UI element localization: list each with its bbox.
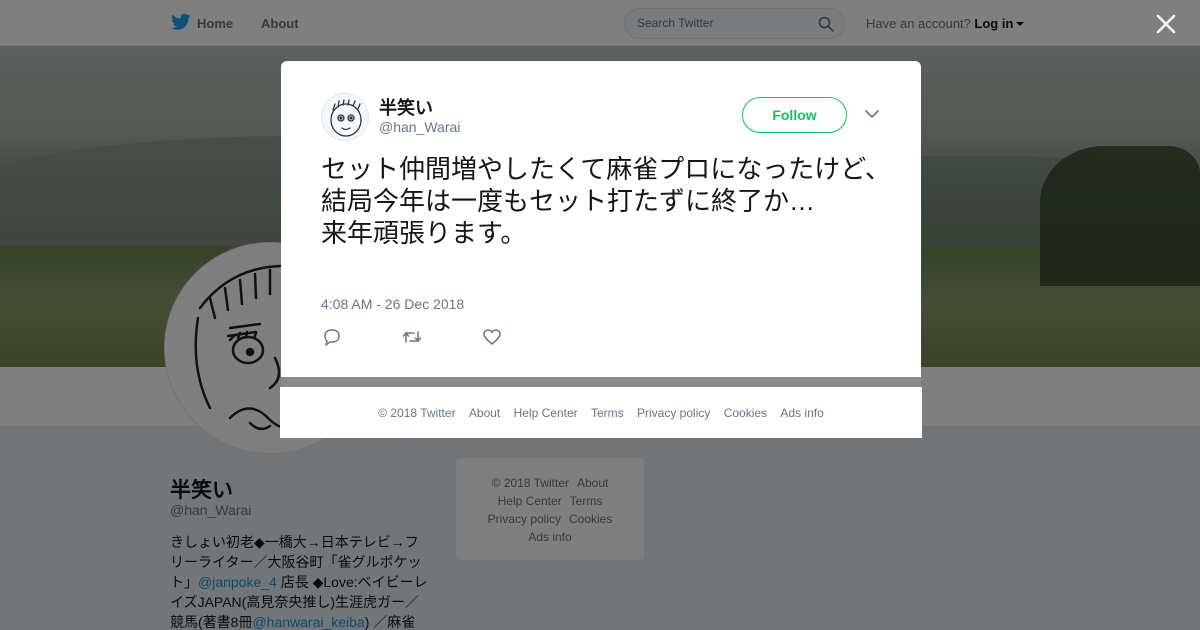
footer-link-ads[interactable]: Ads info — [780, 406, 823, 420]
close-icon[interactable] — [1155, 13, 1177, 35]
footer-link-privacy[interactable]: Privacy policy — [637, 406, 710, 420]
follow-button[interactable]: Follow — [742, 97, 847, 133]
footer-link-cookies[interactable]: Cookies — [724, 406, 767, 420]
tweet-modal: 半笑い @han_Warai Follow セット仲間増やしたくて麻雀プロになっ… — [281, 61, 921, 377]
retweet-icon[interactable] — [402, 328, 422, 346]
modal-footer: © 2018 Twitter About Help Center Terms P… — [280, 387, 922, 438]
tweet-text: セット仲間増やしたくて麻雀プロになったけど、結局今年は一度もセット打たずに終了か… — [321, 154, 891, 248]
footer-link-help[interactable]: Help Center — [514, 406, 578, 420]
footer-link-terms[interactable]: Terms — [591, 406, 624, 420]
tweet-author-avatar[interactable] — [321, 93, 369, 141]
footer-copyright: © 2018 Twitter — [378, 406, 456, 420]
avatar-drawing — [330, 99, 362, 137]
tweet-author-handle[interactable]: @han_Warai — [379, 119, 460, 135]
reply-icon[interactable] — [322, 328, 342, 346]
tweet-author-name[interactable]: 半笑い — [379, 94, 433, 120]
tweet-timestamp[interactable]: 4:08 AM - 26 Dec 2018 — [321, 296, 464, 312]
like-icon[interactable] — [482, 328, 502, 346]
modal-divider — [281, 377, 921, 387]
footer-link-about[interactable]: About — [469, 406, 500, 420]
chevron-down-icon[interactable] — [865, 109, 879, 119]
